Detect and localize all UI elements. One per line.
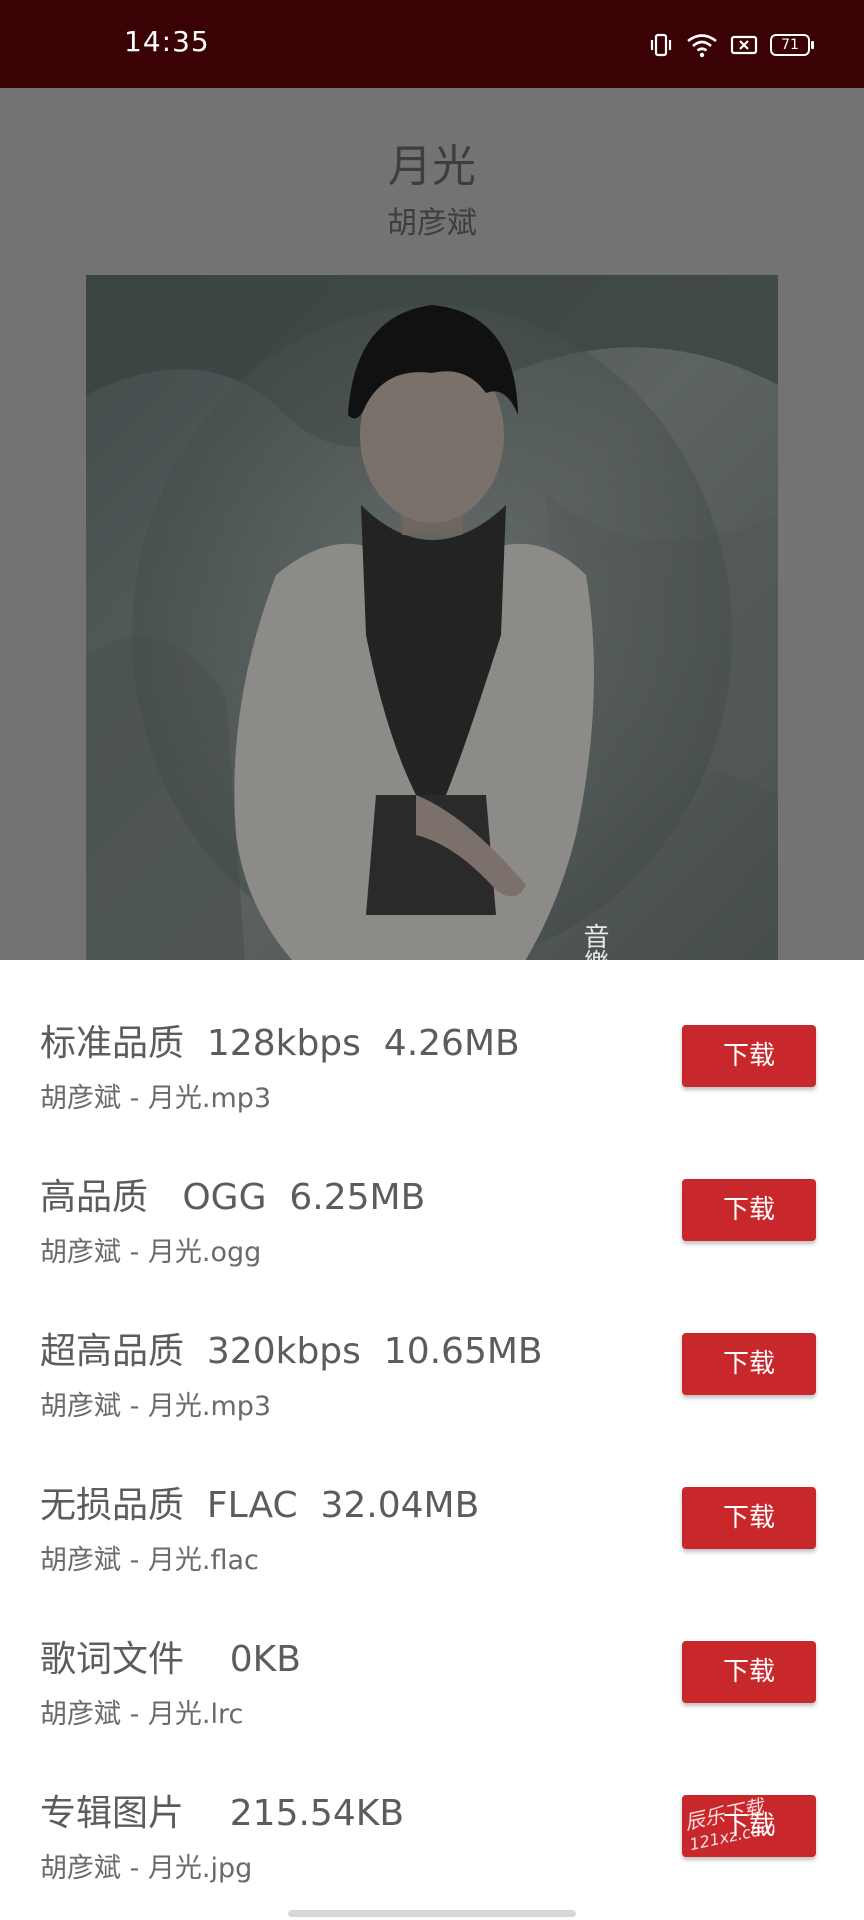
download-button[interactable]: 下载 bbox=[682, 1025, 816, 1087]
scrim-overlay[interactable]: 月光 胡彦斌 音樂 bbox=[0, 88, 864, 960]
wifi-icon bbox=[686, 32, 718, 58]
battery-icon: 71 bbox=[770, 34, 814, 56]
download-button[interactable]: 下载 bbox=[682, 1487, 816, 1549]
download-option-standard: 标准品质 128kbps 4.26MB 胡彦斌 - 月光.mp3 下载 bbox=[0, 960, 864, 1114]
download-option-lyrics: 歌词文件 0KB 胡彦斌 - 月光.lrc 下载 bbox=[0, 1576, 864, 1730]
download-button[interactable]: 下载 bbox=[682, 1641, 816, 1703]
song-artist: 胡彦斌 bbox=[387, 206, 477, 241]
download-button[interactable]: 下载 bbox=[682, 1179, 816, 1241]
vibrate-icon bbox=[648, 32, 674, 58]
sim-alert-icon bbox=[730, 33, 758, 57]
status-bar: 14:35 71 bbox=[0, 0, 864, 88]
album-cover-text: 音樂 bbox=[579, 923, 609, 960]
option-filename: 胡彦斌 - 月光.mp3 bbox=[40, 1083, 272, 1114]
option-filename: 胡彦斌 - 月光.lrc bbox=[40, 1699, 244, 1730]
option-title: 无损品质 FLAC 32.04MB bbox=[40, 1485, 480, 1526]
option-filename: 胡彦斌 - 月光.ogg bbox=[40, 1237, 262, 1268]
status-icons: 71 bbox=[648, 30, 814, 60]
option-title: 超高品质 320kbps 10.65MB bbox=[40, 1331, 543, 1372]
status-time: 14:35 bbox=[124, 25, 210, 58]
option-title: 高品质 OGG 6.25MB bbox=[40, 1177, 426, 1218]
download-option-super-high: 超高品质 320kbps 10.65MB 胡彦斌 - 月光.mp3 下载 bbox=[0, 1268, 864, 1422]
option-title: 专辑图片 215.54KB bbox=[40, 1793, 405, 1834]
option-filename: 胡彦斌 - 月光.jpg bbox=[40, 1853, 253, 1884]
download-sheet: 标准品质 128kbps 4.26MB 胡彦斌 - 月光.mp3 下载 高品质 … bbox=[0, 960, 864, 1920]
option-title: 标准品质 128kbps 4.26MB bbox=[40, 1023, 520, 1064]
song-title: 月光 bbox=[388, 141, 476, 192]
option-filename: 胡彦斌 - 月光.flac bbox=[40, 1545, 259, 1576]
download-option-lossless: 无损品质 FLAC 32.04MB 胡彦斌 - 月光.flac 下载 bbox=[0, 1422, 864, 1576]
option-filename: 胡彦斌 - 月光.mp3 bbox=[40, 1391, 272, 1422]
album-cover: 音樂 bbox=[86, 275, 778, 960]
home-indicator[interactable] bbox=[288, 1910, 576, 1917]
download-button[interactable]: 下载 bbox=[682, 1333, 816, 1395]
option-title: 歌词文件 0KB bbox=[40, 1639, 301, 1680]
download-option-high: 高品质 OGG 6.25MB 胡彦斌 - 月光.ogg 下载 bbox=[0, 1114, 864, 1268]
